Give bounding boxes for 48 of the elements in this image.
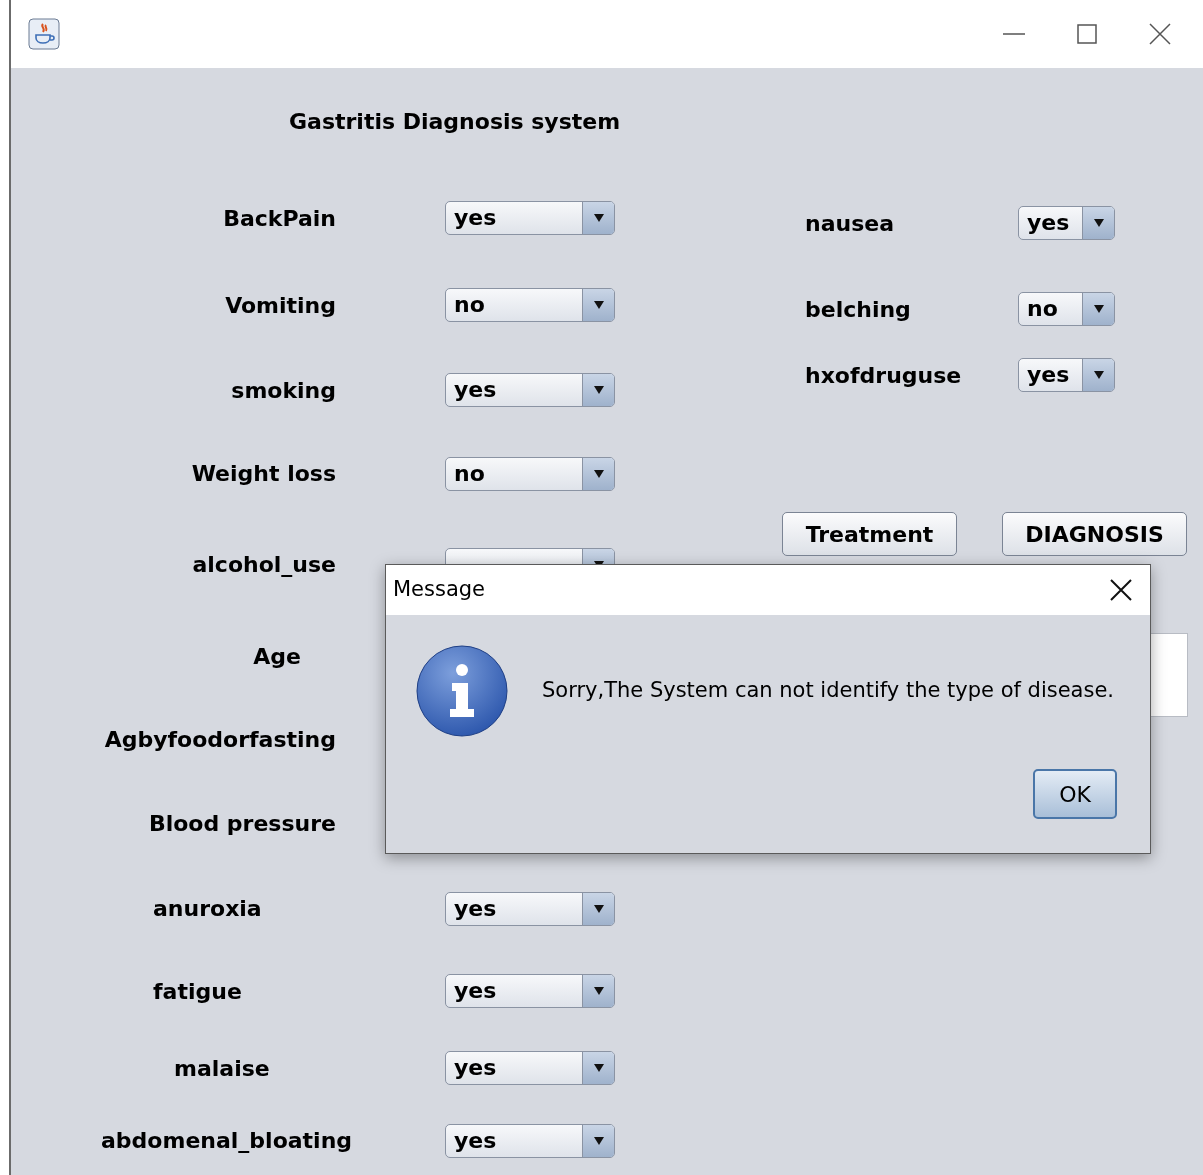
field-label: Blood pressure [148, 810, 336, 836]
maximize-icon[interactable] [1077, 24, 1097, 44]
field-label: abdomenal_bloating [101, 1128, 353, 1153]
dropdown[interactable]: no [445, 456, 615, 491]
caret-icon [1093, 305, 1104, 313]
dropdown[interactable]: no [445, 288, 615, 322]
caret-icon [593, 1136, 604, 1145]
dropdown[interactable]: yes [445, 1123, 615, 1158]
field-label: Weight loss [191, 461, 336, 486]
caret-icon [593, 987, 604, 995]
dropdown[interactable]: yes [445, 373, 615, 407]
caret-icon [593, 469, 604, 478]
caret-icon [1093, 371, 1104, 379]
info-icon [416, 645, 508, 737]
field-label: alcohol_use [192, 552, 336, 577]
ok-button[interactable]: OK [1033, 769, 1117, 819]
dropdown[interactable]: yes [1018, 358, 1115, 392]
dropdown[interactable]: yes [445, 891, 615, 926]
field-label: nausea [804, 209, 896, 238]
field-label: belching [804, 295, 912, 324]
caret-icon [593, 301, 604, 309]
caret-icon [593, 214, 604, 222]
field-label: Agbyfoodorfasting [104, 727, 336, 752]
java-cup-icon[interactable] [28, 18, 60, 50]
caret-icon [593, 904, 604, 913]
field-label: smoking [231, 377, 336, 403]
field-label: hxofdruguse [804, 361, 963, 390]
dropdown[interactable]: yes [445, 201, 615, 235]
dropdown[interactable]: yes [445, 1051, 615, 1085]
caret-icon [593, 1064, 604, 1072]
field-label: Age [253, 643, 301, 669]
close-icon[interactable] [1149, 23, 1171, 45]
dialog-message: Sorry,The System can not identify the type of disease. [542, 677, 1115, 705]
field-label: fatigue [153, 978, 242, 1004]
caret-icon [593, 386, 604, 394]
dropdown[interactable]: yes [445, 974, 615, 1008]
field-label: malaise [174, 1055, 270, 1081]
action-button[interactable]: DIAGNOSIS [1002, 512, 1187, 556]
caret-icon [1093, 219, 1104, 227]
form-title: Gastritis Diagnosis system [289, 108, 621, 136]
field-label: BackPain [223, 205, 336, 231]
close-icon[interactable] [1110, 579, 1132, 601]
dialog-title: Message [393, 576, 486, 604]
action-button[interactable]: Treatment [782, 512, 957, 556]
dropdown[interactable]: yes [1018, 206, 1115, 240]
field-label: Vomiting [225, 292, 336, 318]
field-label: anuroxia [153, 896, 262, 921]
dropdown[interactable]: no [1018, 292, 1115, 326]
